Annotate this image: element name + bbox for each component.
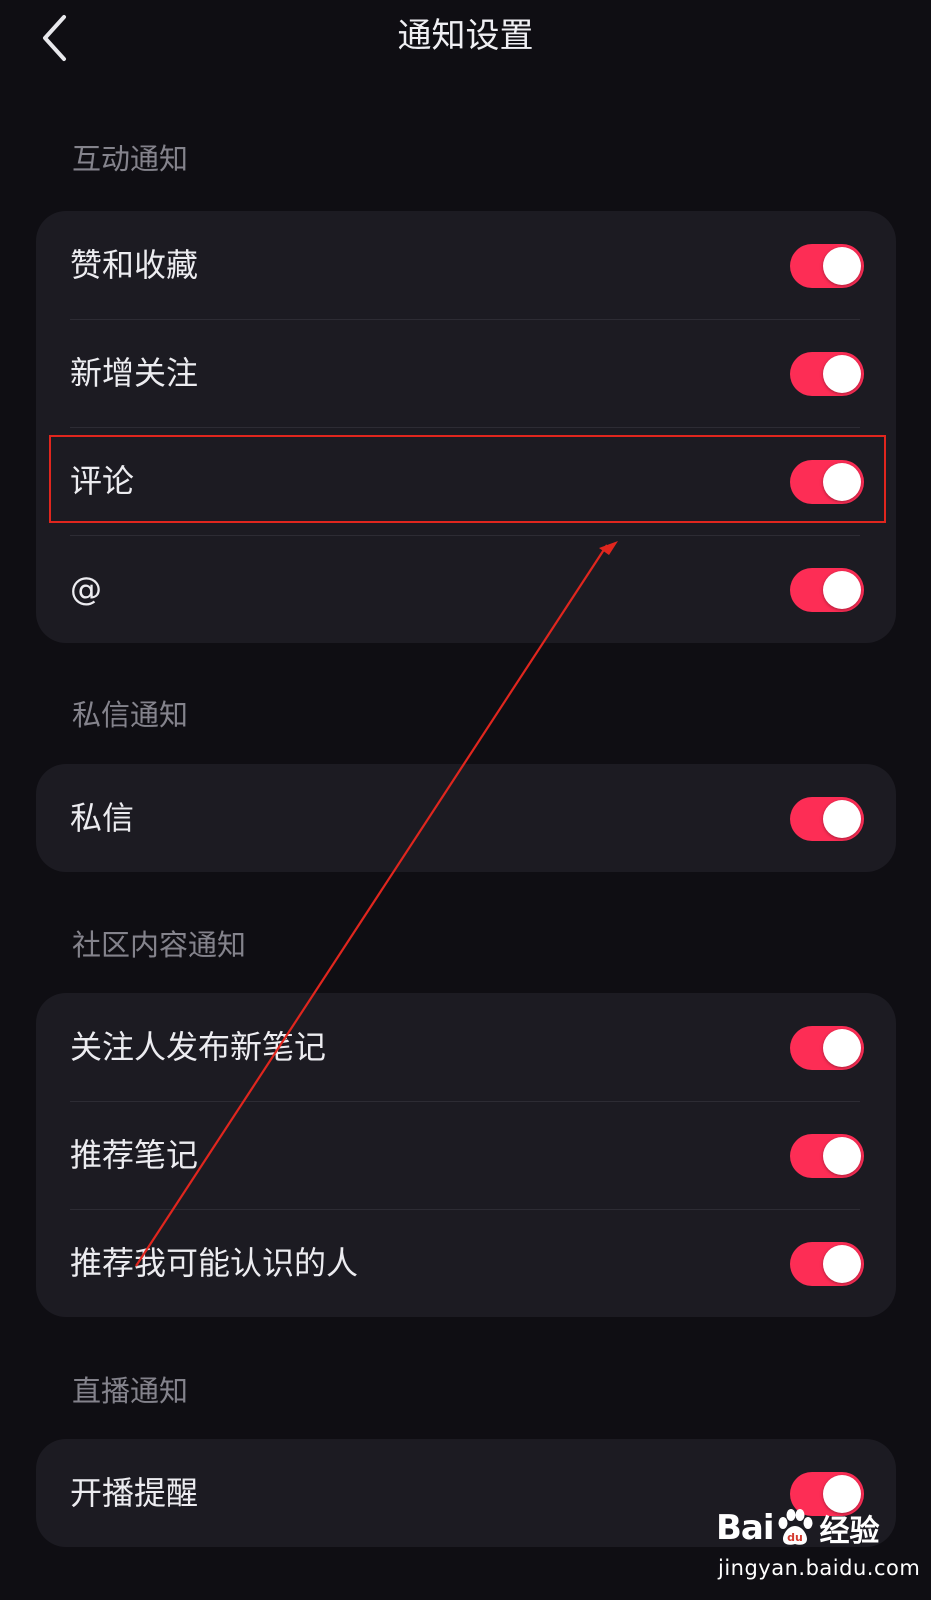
- setting-label: @: [70, 570, 102, 608]
- toggle-knob: [823, 247, 861, 285]
- setting-row-new-follower: 新增关注: [36, 319, 896, 427]
- toggle-knob: [823, 1137, 861, 1175]
- setting-label: 新增关注: [70, 354, 199, 392]
- setting-label: 赞和收藏: [70, 246, 199, 284]
- community-card: 关注人发布新笔记 推荐笔记 推荐我可能认识的人: [36, 993, 896, 1317]
- watermark-brand: 经验: [819, 1514, 880, 1549]
- section-title-community: 社区内容通知: [72, 928, 247, 962]
- new-follower-toggle[interactable]: [790, 352, 864, 396]
- toggle-knob: [823, 355, 861, 393]
- setting-row-people-you-may-know: 推荐我可能认识的人: [36, 1209, 896, 1317]
- section-title-live: 直播通知: [72, 1374, 189, 1408]
- mentions-toggle[interactable]: [790, 568, 864, 612]
- toggle-knob: [823, 463, 861, 501]
- toggle-knob: [823, 800, 861, 838]
- likes-toggle[interactable]: [790, 244, 864, 288]
- recommended-notes-toggle[interactable]: [790, 1134, 864, 1178]
- section-title-private-message: 私信通知: [72, 698, 189, 732]
- setting-row-comments: 评论: [36, 427, 896, 535]
- setting-row-followed-new-notes: 关注人发布新笔记: [36, 993, 896, 1101]
- setting-label: 推荐笔记: [70, 1136, 199, 1174]
- svg-text:du: du: [787, 1531, 803, 1544]
- followed-new-notes-toggle[interactable]: [790, 1026, 864, 1070]
- toggle-knob: [823, 1029, 861, 1067]
- setting-label: 评论: [70, 462, 135, 500]
- comments-toggle[interactable]: [790, 460, 864, 504]
- setting-row-private-message: 私信: [36, 764, 896, 872]
- setting-row-recommended-notes: 推荐笔记: [36, 1101, 896, 1209]
- people-you-may-know-toggle[interactable]: [790, 1242, 864, 1286]
- setting-label: 开播提醒: [70, 1474, 199, 1512]
- section-title-interaction: 互动通知: [72, 142, 189, 176]
- top-bar: 通知设置: [0, 0, 931, 76]
- setting-row-mentions: @: [36, 535, 896, 643]
- setting-row-likes: 赞和收藏: [36, 211, 896, 319]
- private-message-card: 私信: [36, 764, 896, 872]
- baidu-jingyan-watermark: Bai du 经验 jingyan.baidu.com: [712, 1502, 920, 1590]
- setting-label: 关注人发布新笔记: [70, 1028, 327, 1066]
- setting-label: 推荐我可能认识的人: [70, 1244, 359, 1282]
- toggle-knob: [823, 571, 861, 609]
- watermark-logo: Bai du 经验: [716, 1502, 880, 1554]
- private-message-toggle[interactable]: [790, 797, 864, 841]
- interaction-card: 赞和收藏 新增关注 评论 @: [36, 211, 896, 643]
- page-title: 通知设置: [397, 16, 534, 56]
- paw-icon: du: [778, 1509, 813, 1545]
- setting-label: 私信: [70, 799, 135, 837]
- toggle-knob: [823, 1245, 861, 1283]
- watermark-url: jingyan.baidu.com: [718, 1556, 921, 1580]
- watermark-logo-text: Bai: [716, 1508, 775, 1548]
